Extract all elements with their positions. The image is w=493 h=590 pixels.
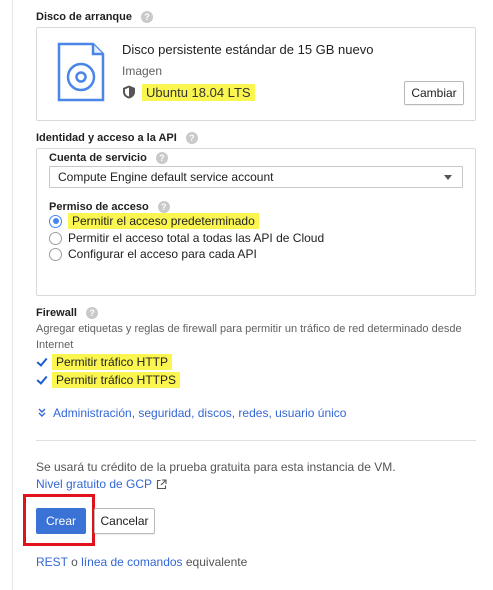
scope-option-default[interactable]: Permitir el acceso predeterminado (49, 213, 259, 229)
divider (36, 440, 476, 441)
boot-disk-card: Disco persistente estándar de 15 GB nuev… (36, 27, 476, 121)
credit-notice: Se usará tu crédito de la prueba gratuit… (36, 460, 396, 474)
scope-label: Configurar el acceso para cada API (68, 247, 257, 261)
disk-name: Disco persistente estándar de 15 GB nuev… (122, 42, 374, 57)
scope-label: Permitir el acceso total a todas las API… (68, 231, 325, 245)
image-label: Imagen (122, 64, 163, 78)
shield-icon (123, 85, 135, 99)
double-chevron-down-icon (38, 408, 46, 417)
dropdown-caret-icon (444, 175, 452, 180)
firewall-description: Agregar etiquetas y reglas de firewall p… (36, 323, 462, 351)
firewall-section: Firewall ? (36, 307, 99, 320)
equivalent-line: REST o línea de comandos equivalente (36, 555, 247, 569)
help-icon[interactable]: ? (86, 307, 99, 320)
service-account-select[interactable]: Compute Engine default service account (49, 166, 463, 188)
command-line-link[interactable]: línea de comandos (81, 555, 182, 569)
allow-https-label: Permitir tráfico HTTPS (52, 372, 181, 388)
allow-https-checkbox[interactable]: Permitir tráfico HTTPS (36, 372, 181, 388)
external-link-icon (157, 478, 167, 489)
identity-section: Identidad y acceso a la API ? (36, 132, 198, 145)
change-button[interactable]: Cambiar (404, 81, 464, 105)
access-scopes-label: Permiso de acceso (49, 201, 149, 213)
identity-card: Cuenta de servicio ? Compute Engine defa… (36, 148, 476, 296)
access-scopes-heading: Permiso de acceso ? (49, 201, 170, 214)
radio-selected-icon[interactable] (49, 214, 62, 228)
service-account-value: Compute Engine default service account (58, 170, 274, 184)
free-tier-link-text[interactable]: Nivel gratuito de GCP (36, 477, 152, 491)
management-expander[interactable]: Administración, seguridad, discos, redes… (36, 406, 346, 420)
scope-option-custom[interactable]: Configurar el acceso para cada API (49, 247, 257, 261)
image-name: Ubuntu 18.04 LTS (142, 83, 255, 101)
help-icon[interactable]: ? (155, 152, 168, 165)
allow-http-label: Permitir tráfico HTTP (52, 354, 173, 370)
help-icon[interactable]: ? (185, 132, 198, 145)
checkbox-checked-icon[interactable] (36, 374, 48, 386)
help-icon[interactable]: ? (141, 11, 154, 24)
rest-link[interactable]: REST (36, 555, 68, 569)
scope-option-full[interactable]: Permitir el acceso total a todas las API… (49, 231, 324, 245)
management-link-text[interactable]: Administración, seguridad, discos, redes… (53, 406, 346, 420)
boot-disk-section: Disco de arranque ? (36, 11, 154, 24)
image-row: Ubuntu 18.04 LTS (122, 81, 255, 103)
equivalent-suffix: equivalente (182, 555, 248, 569)
boot-disk-title: Disco de arranque (36, 11, 132, 23)
disk-icon (57, 42, 105, 102)
scope-label: Permitir el acceso predeterminado (68, 213, 259, 229)
service-account-heading: Cuenta de servicio ? (49, 152, 168, 165)
or-text: o (67, 555, 82, 569)
firewall-title: Firewall (36, 307, 77, 319)
left-rule (12, 0, 13, 590)
cancel-button[interactable]: Cancelar (94, 508, 155, 534)
free-tier-link[interactable]: Nivel gratuito de GCP (36, 477, 167, 491)
allow-http-checkbox[interactable]: Permitir tráfico HTTP (36, 354, 173, 370)
help-icon[interactable]: ? (157, 201, 170, 214)
radio-icon[interactable] (49, 247, 62, 261)
create-button[interactable]: Crear (36, 508, 86, 534)
radio-icon[interactable] (49, 231, 62, 245)
identity-title: Identidad y acceso a la API (36, 132, 177, 144)
checkbox-checked-icon[interactable] (36, 356, 48, 368)
service-account-label: Cuenta de servicio (49, 152, 147, 164)
